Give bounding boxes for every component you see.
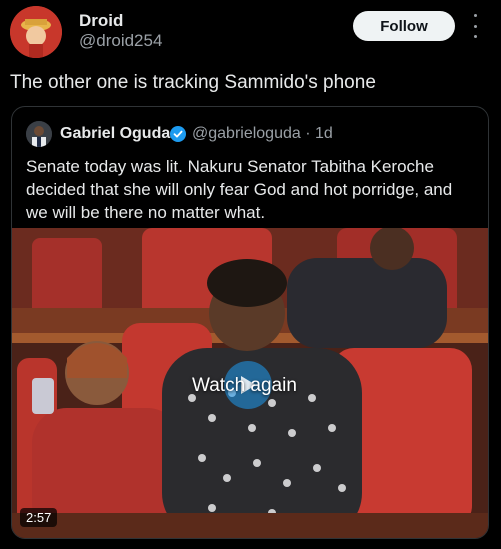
tweet-text: The other one is tracking Sammido's phon… xyxy=(10,72,376,93)
quoted-author-name[interactable]: Gabriel Oguda xyxy=(60,125,170,143)
watch-again-label[interactable]: Watch again xyxy=(192,375,297,397)
verified-badge-icon xyxy=(170,126,186,142)
quoted-author-handle-time[interactable]: @gabrieloguda · 1d xyxy=(192,125,333,143)
more-vertical-icon[interactable] xyxy=(469,14,481,38)
video-duration: 2:57 xyxy=(20,508,58,527)
tweet-view: Droid @droid254 Follow The other one is … xyxy=(0,0,501,549)
video-player[interactable]: Watch again 2:57 xyxy=(12,228,488,538)
follow-button[interactable]: Follow xyxy=(353,11,455,41)
quoted-tweet-text: Senate today was lit. Nakuru Senator Tab… xyxy=(26,157,453,222)
author-handle[interactable]: @droid254 xyxy=(79,31,162,51)
quoted-tweet-card[interactable]: Gabriel Oguda @gabrieloguda · 1d Senate … xyxy=(11,106,489,539)
author-avatar[interactable] xyxy=(10,6,62,58)
quoted-author-avatar[interactable] xyxy=(26,121,52,147)
author-name[interactable]: Droid xyxy=(79,11,123,31)
